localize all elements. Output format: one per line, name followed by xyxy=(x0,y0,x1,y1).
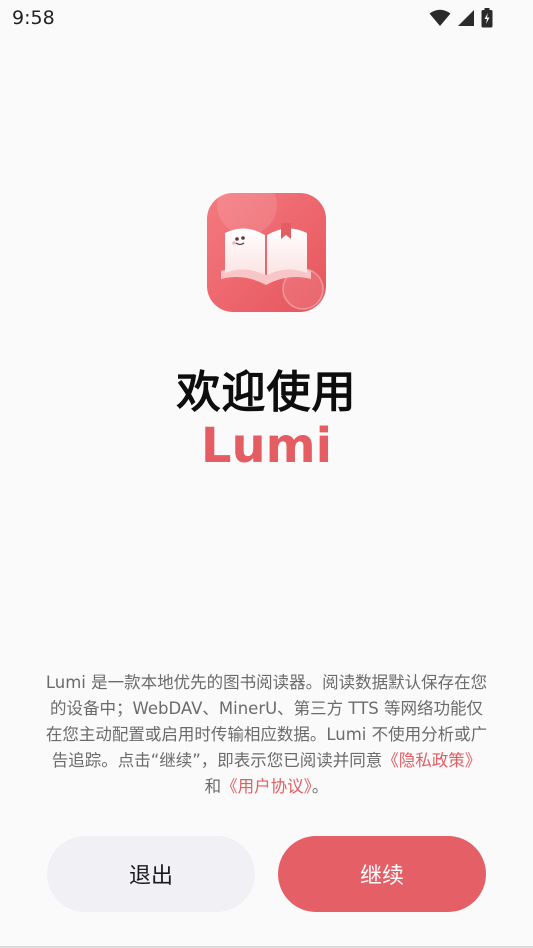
welcome-screen: 9:58 欢迎使用 Lumi Lumi 是一款本地优先的图书阅读器。阅读数据默认… xyxy=(0,0,533,948)
open-book-icon xyxy=(207,193,326,312)
user-agreement-link[interactable]: 《用户协议》 xyxy=(221,777,312,796)
status-time: 9:58 xyxy=(12,7,55,29)
privacy-statement: Lumi 是一款本地优先的图书阅读器。阅读数据默认保存在您的设备中；WebDAV… xyxy=(44,670,489,800)
continue-button[interactable]: 继续 xyxy=(278,836,486,912)
signal-icon xyxy=(457,9,475,27)
welcome-title: 欢迎使用 xyxy=(176,367,357,418)
conjunction-text: 和 xyxy=(204,777,222,796)
ending-punctuation: 。 xyxy=(311,777,329,796)
battery-icon xyxy=(481,8,493,28)
status-bar: 9:58 xyxy=(0,0,533,38)
privacy-policy-link[interactable]: 《隐私政策》 xyxy=(382,751,481,770)
wifi-icon xyxy=(429,9,451,27)
app-name: Lumi xyxy=(200,418,333,474)
status-icons xyxy=(429,8,493,28)
app-logo xyxy=(207,193,326,312)
exit-button[interactable]: 退出 xyxy=(47,836,255,912)
